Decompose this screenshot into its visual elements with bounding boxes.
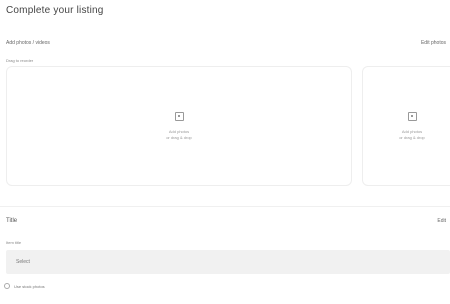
photo-upload-card-secondary[interactable]: Add photos or drag & drop xyxy=(362,66,450,186)
photo-upload-card[interactable]: Add photos or drag & drop xyxy=(6,66,352,186)
stock-photos-option[interactable]: Use stock photos xyxy=(4,283,45,289)
title-select[interactable]: Select xyxy=(6,250,450,274)
image-icon xyxy=(407,111,417,121)
photos-section-label: Add photos / videos xyxy=(6,40,50,46)
edit-title-link[interactable]: Edit xyxy=(437,218,446,224)
photos-hint: Drag to reorder xyxy=(6,58,34,63)
page-title: Complete your listing xyxy=(6,5,104,16)
radio-button[interactable] xyxy=(4,283,10,289)
card-line-2: or drag & drop xyxy=(399,134,425,140)
title-section-label: Title xyxy=(6,218,18,224)
title-hint: Item title xyxy=(6,240,22,245)
section-divider xyxy=(0,206,450,207)
card-line-2: or drag & drop xyxy=(166,134,192,140)
radio-label: Use stock photos xyxy=(14,283,45,289)
edit-photos-link[interactable]: Edit photos xyxy=(421,40,446,46)
image-icon xyxy=(174,111,184,121)
